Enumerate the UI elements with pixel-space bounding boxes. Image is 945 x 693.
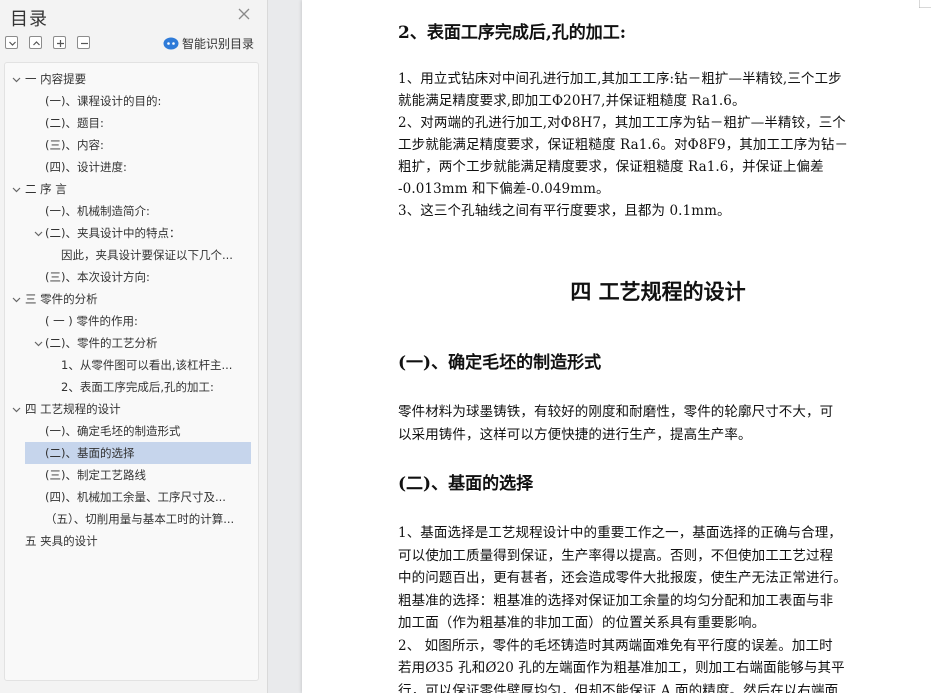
toc-item-label: (四)、机械加工余量、工序尺寸及... (45, 490, 226, 504)
subheading-datum-selection: (二)、基面的选择 (398, 474, 534, 494)
toc-item-label: 四 工艺规程的设计 (25, 402, 121, 416)
add-icon[interactable] (53, 36, 66, 49)
toc-item-label: (四)、设计进度: (45, 160, 127, 174)
toc-item-label: (一)、确定毛坯的制造形式 (45, 424, 181, 438)
toc-item[interactable]: 三 零件的分析 (5, 288, 258, 310)
toc-item-label: 一 内容提要 (25, 72, 87, 86)
toc-item-label: (一)、课程设计的目的: (45, 94, 162, 108)
text-line: 就能满足精度要求,即加工Φ20H7,并保证粗糙度 Ra1.6。 (398, 93, 746, 109)
text-line: 2、对两端的孔进行加工,对Φ8H7，其加工工序为钻－粗扩—半精铰，三个 (398, 115, 846, 131)
toc-item-label: (三)、制定工艺路线 (45, 468, 146, 482)
sidebar-toolbar: 智能识别目录 (0, 33, 268, 55)
text-line: 1、用立式钻床对中间孔进行加工,其加工工序:钻－粗扩—半精铰,三个工步 (398, 71, 842, 87)
text-line: 若用Ø35 孔和Ø20 孔的左端面作为粗基准加工，则加工右端面能够与其平 (398, 660, 845, 676)
page-corner-mark (919, 0, 931, 8)
expand-icon[interactable] (29, 36, 42, 49)
smart-toc-label: 智能识别目录 (182, 36, 255, 51)
text-line: 以采用铸件，这样可以方便快捷的进行生产，提高生产率。 (398, 427, 752, 443)
toc-item[interactable]: (一)、确定毛坯的制造形式 (5, 420, 258, 442)
toc-item-label: (二)、基面的选择 (45, 446, 135, 460)
text-line: 加工面（作为粗基准的非加工面）的位置关系具有重要影响。 (398, 615, 766, 631)
ai-assistant-icon (163, 37, 179, 50)
toc-item[interactable]: (四)、设计进度: (5, 156, 258, 178)
sidebar-header: 目录 (0, 0, 268, 32)
toc-item[interactable]: 1、从零件图可以看出,该杠杆主... (5, 354, 258, 376)
toc-item[interactable]: (一)、课程设计的目的: (5, 90, 258, 112)
text-line: 中的问题百出，更有甚者，还会造成零件大批报废，使生产无法正常进行。 (398, 570, 847, 586)
text-line: -0.013mm 和下偏差-0.049mm。 (398, 181, 610, 197)
toc-item[interactable]: 一 内容提要 (5, 68, 258, 90)
toc-item-label: (二)、夹具设计中的特点： (45, 226, 181, 240)
text-line: 行，可以保证零件壁厚均匀，但却不能保证 A 面的精度。然后在以右端面 (398, 682, 839, 693)
toc-item-label: (二)、题目: (45, 116, 104, 130)
toc-item[interactable]: 四 工艺规程的设计 (5, 398, 258, 420)
text-line: 零件材料为球墨铸铁，有较好的刚度和耐磨性，零件的轮廓尺寸不大，可 (398, 404, 834, 420)
toc-sidebar: 目录 智能识别目录 一 内容提要 (一)、课程设计的目的: (二)、题目: (三)、内… (0, 0, 268, 693)
toc-item-label: 五 夹具的设计 (25, 534, 98, 548)
toc-item[interactable]: (二)、零件的工艺分析 (5, 332, 258, 354)
sidebar-title: 目录 (10, 9, 48, 30)
text-line: 粗基准的选择：粗基准的选择对保证加工余量的均匀分配和加工表面与非 (398, 592, 834, 609)
toc-item-label: ( 一 ) 零件的作用: (45, 314, 138, 328)
toc-item-label: 2、表面工序完成后,孔的加工: (61, 380, 214, 394)
section-heading: 2、表面工序完成后,孔的加工: (398, 23, 627, 43)
chevron-down-icon[interactable] (34, 339, 43, 348)
chevron-down-icon[interactable] (12, 295, 21, 304)
text-line: 1、基面选择是工艺规程设计中的重要工作之一，基面选择的正确与合理， (398, 525, 842, 541)
text-line: 可以使加工质量得到保证，生产率得以提高。否则，不但使加工工艺过程 (398, 547, 834, 564)
toc-item[interactable]: (三)、内容: (5, 134, 258, 156)
toc-item[interactable]: (二)、题目: (5, 112, 258, 134)
remove-icon[interactable] (77, 36, 90, 49)
text-line: 2、 如图所示，零件的毛坯铸造时其两端面难免有平行度的误差。加工时 (398, 637, 833, 654)
toc-item[interactable]: (二)、基面的选择 (5, 442, 258, 464)
toc-item[interactable]: （五）、切削用量与基本工时的计算... (5, 508, 258, 530)
toc-item[interactable]: ( 一 ) 零件的作用: (5, 310, 258, 332)
toc-item-label: (一)、机械制造简介: (45, 204, 150, 218)
toc-item-label: (三)、内容: (45, 138, 104, 152)
subheading-blank-form: (一)、确定毛坯的制造形式 (398, 353, 602, 373)
toc-item[interactable]: (四)、机械加工余量、工序尺寸及... (5, 486, 258, 508)
document-page[interactable]: 2、表面工序完成后,孔的加工: 1、用立式钻床对中间孔进行加工,其加工工序:钻－… (302, 0, 945, 693)
toc-item[interactable]: 因此，夹具设计要保证以下几个... (5, 244, 258, 266)
text-line: 工步就能满足精度要求，保证粗糙度 Ra1.6。对Φ8F9，其加工工序为钻－ (398, 137, 849, 153)
toc-item-label: (二)、零件的工艺分析 (45, 336, 158, 350)
toc-item-label: 二 序 言 (25, 182, 67, 196)
toc-item-label: 三 零件的分析 (25, 292, 98, 306)
toc-item-label: 1、从零件图可以看出,该杠杆主... (61, 358, 233, 372)
chevron-down-icon[interactable] (12, 185, 21, 194)
toc-item[interactable]: 2、表面工序完成后,孔的加工: (5, 376, 258, 398)
toc-item[interactable]: (二)、夹具设计中的特点： (5, 222, 258, 244)
toc-tree: 一 内容提要 (一)、课程设计的目的: (二)、题目: (三)、内容: (四)、设计进度… (4, 62, 259, 681)
text-line: 3、这三个孔轴线之间有平行度要求，且都为 0.1mm。 (398, 203, 731, 219)
toc-item[interactable]: (一)、机械制造简介: (5, 200, 258, 222)
text-line: 粗扩，两个工步就能满足精度要求，保证粗糙度 Ra1.6，并保证上偏差 (398, 159, 824, 175)
chapter-title: 四 工艺规程的设计 (570, 279, 746, 304)
close-icon[interactable] (236, 6, 252, 22)
toc-item-label: 因此，夹具设计要保证以下几个... (61, 248, 233, 262)
toc-item-label: （五）、切削用量与基本工时的计算... (45, 512, 235, 526)
toc-item[interactable]: (三)、本次设计方向: (5, 266, 258, 288)
chevron-down-icon[interactable] (34, 229, 43, 238)
toc-item[interactable]: 五 夹具的设计 (5, 530, 258, 552)
toc-item-label: (三)、本次设计方向: (45, 270, 150, 284)
toc-item[interactable]: (三)、制定工艺路线 (5, 464, 258, 486)
toc-item[interactable]: 二 序 言 (5, 178, 258, 200)
chevron-down-icon[interactable] (12, 405, 21, 414)
chevron-down-icon[interactable] (12, 75, 21, 84)
collapse-all-icon[interactable] (5, 36, 18, 49)
smart-toc-button[interactable]: 智能识别目录 (163, 34, 254, 52)
